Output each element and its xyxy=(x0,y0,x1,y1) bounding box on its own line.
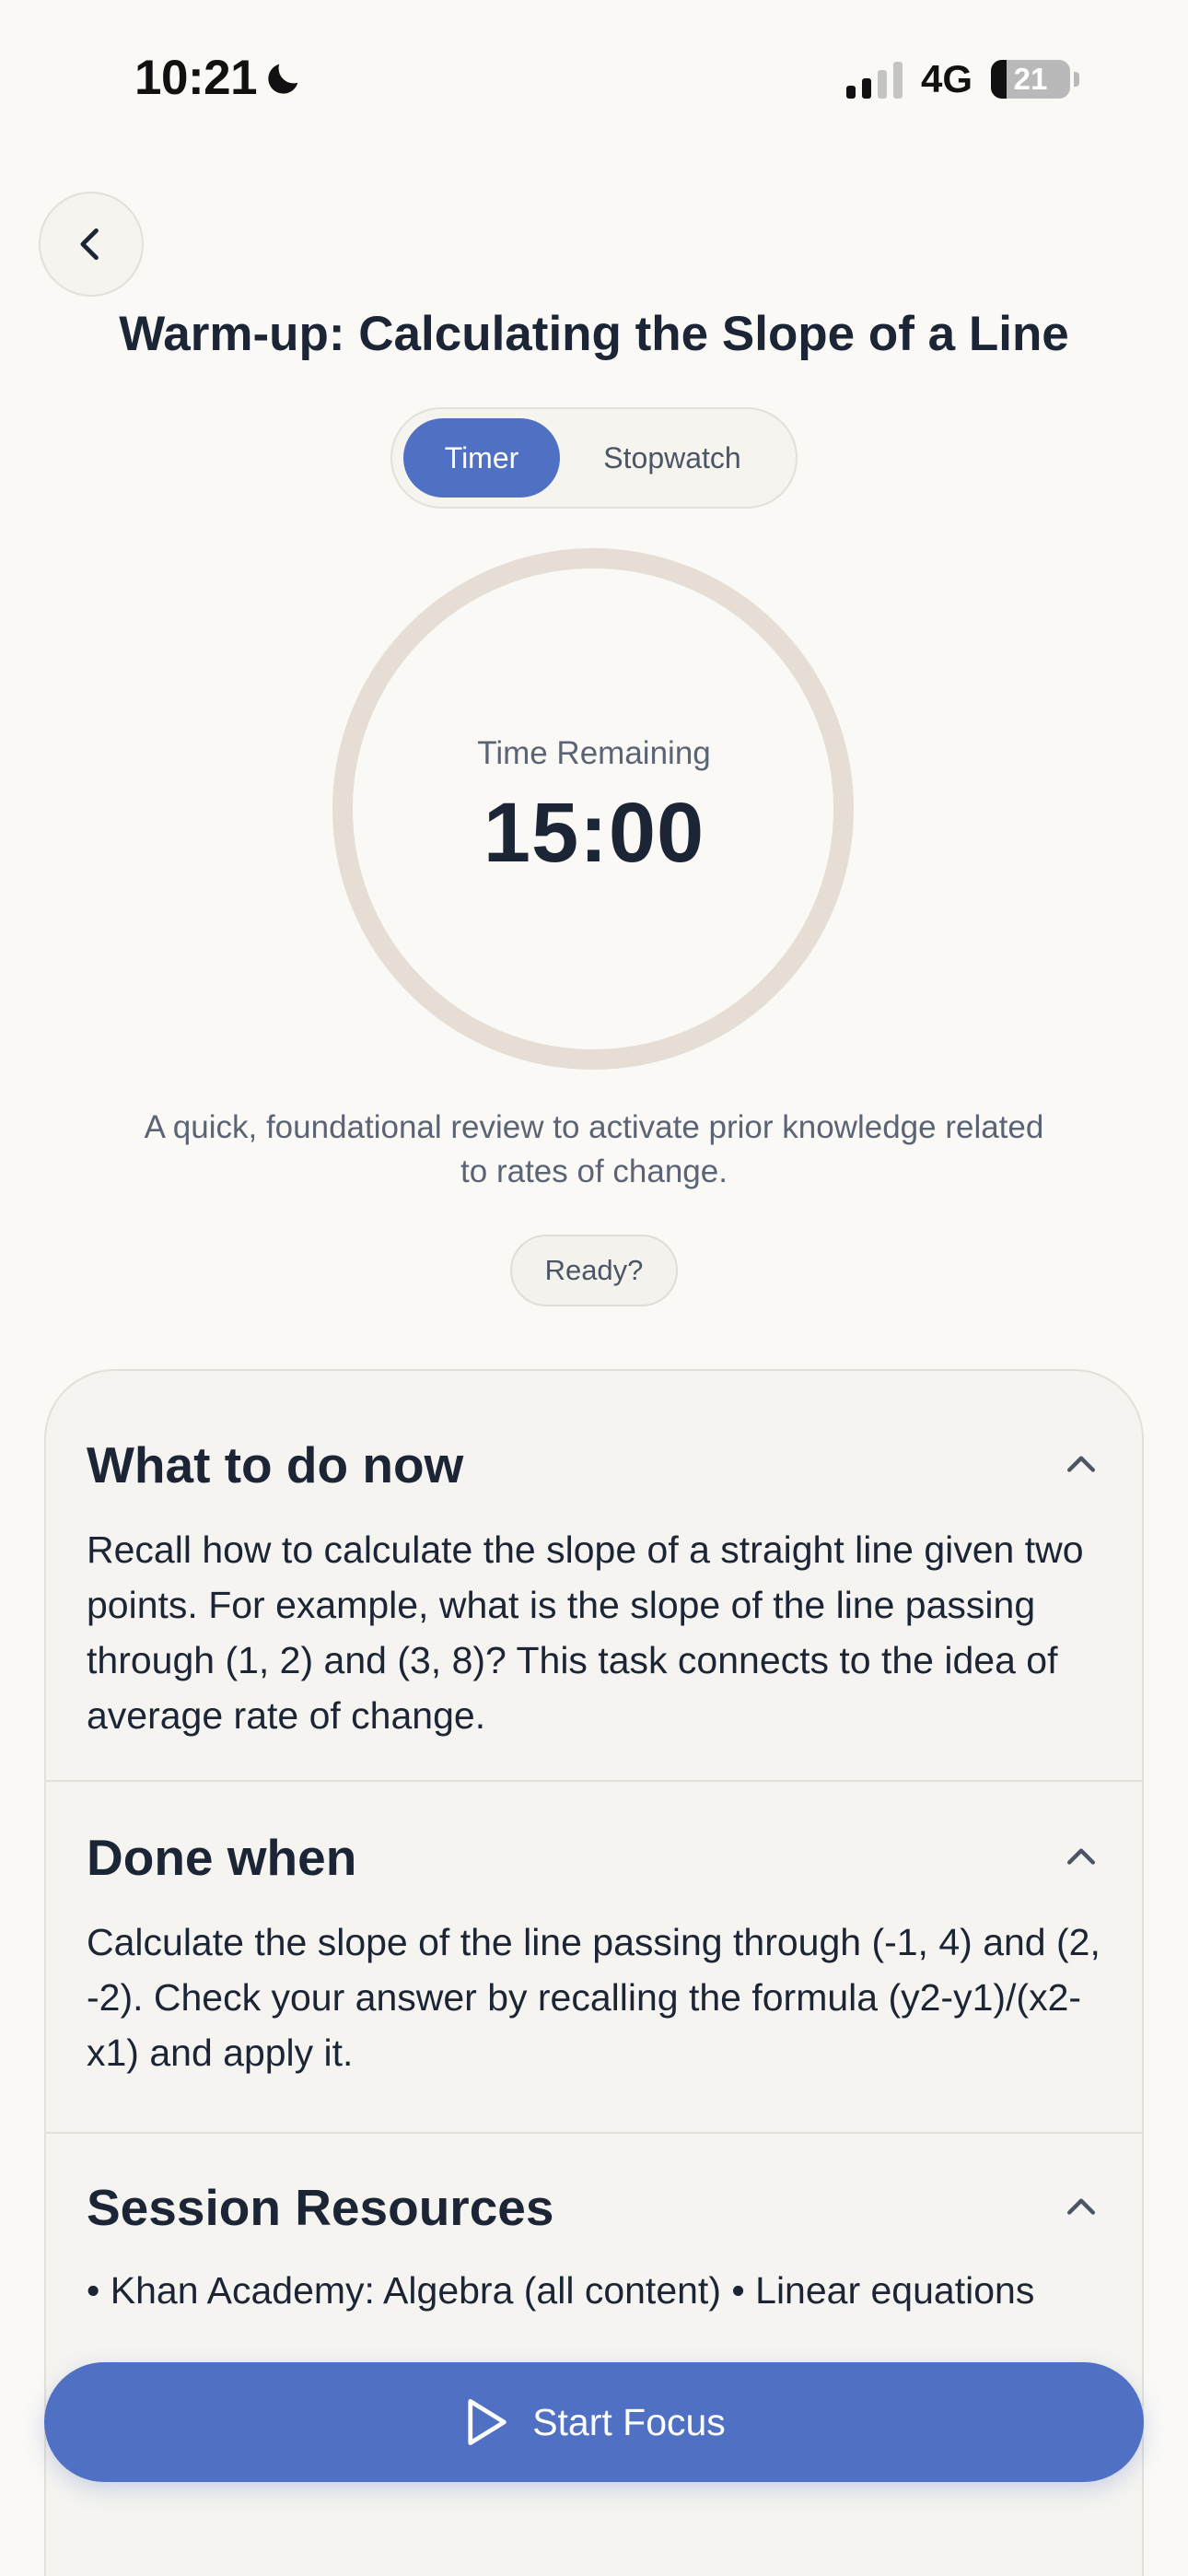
section-resources: Session Resources • Khan Academy: Algebr… xyxy=(46,2134,1142,2355)
status-time: 10:21 xyxy=(134,50,305,106)
start-focus-label: Start Focus xyxy=(532,2400,726,2443)
chevron-left-icon xyxy=(80,228,99,261)
battery-level: 21 xyxy=(1013,62,1048,96)
session-description: A quick, foundational review to activate… xyxy=(144,1109,1044,1189)
timer-label: Time Remaining xyxy=(477,735,711,771)
back-button[interactable] xyxy=(39,192,144,297)
chevron-up-icon xyxy=(1066,1848,1096,1865)
section-title: Done when xyxy=(87,1829,357,1886)
start-focus-button[interactable]: Start Focus xyxy=(44,2362,1144,2482)
bullet: • xyxy=(87,2269,111,2312)
battery-tip xyxy=(1074,72,1079,87)
status-time-text: 10:21 xyxy=(134,51,258,105)
timer-value: 15:00 xyxy=(483,786,705,880)
resource-list: • Khan Academy: Algebra (all content) • … xyxy=(46,2263,1142,2355)
section-header-what-to-do[interactable]: What to do now xyxy=(46,1371,1142,1522)
status-indicators: 4G 21 xyxy=(845,57,1079,101)
section-header-done-when[interactable]: Done when xyxy=(46,1782,1142,1914)
chevron-up-icon xyxy=(1066,1456,1096,1472)
battery-icon: 21 xyxy=(991,60,1070,99)
section-what-to-do: What to do now Recall how to calculate t… xyxy=(46,1371,1142,1782)
moon-icon xyxy=(268,64,298,94)
screen: 10:21 4G 21 Warm-up: Calculating the Slo… xyxy=(0,0,1188,2576)
play-icon xyxy=(468,2399,507,2445)
page-title: Warm-up: Calculating the Slope of a Line xyxy=(119,307,1069,361)
section-done-when: Done when Calculate the slope of the lin… xyxy=(46,1782,1142,2134)
signal-icon xyxy=(845,60,903,99)
resource-link[interactable]: Khan Academy: Algebra (all content) xyxy=(111,2269,721,2312)
tab-stopwatch[interactable]: Stopwatch xyxy=(560,418,785,498)
section-body: Recall how to calculate the slope of a s… xyxy=(87,1528,1084,1737)
resource-link[interactable]: Linear equations xyxy=(755,2269,1034,2312)
bullet: • xyxy=(731,2269,756,2312)
chevron-up-icon xyxy=(1066,2198,1096,2215)
section-title: What to do now xyxy=(87,1436,464,1493)
ready-badge[interactable]: Ready? xyxy=(510,1235,678,1306)
network-label: 4G xyxy=(920,57,973,100)
section-body: Calculate the slope of the line passing … xyxy=(87,1921,1101,2074)
section-title: Session Resources xyxy=(87,2179,554,2236)
section-header-resources[interactable]: Session Resources xyxy=(46,2134,1142,2263)
mode-toggle: Timer Stopwatch xyxy=(390,407,798,509)
tab-timer[interactable]: Timer xyxy=(403,418,560,498)
